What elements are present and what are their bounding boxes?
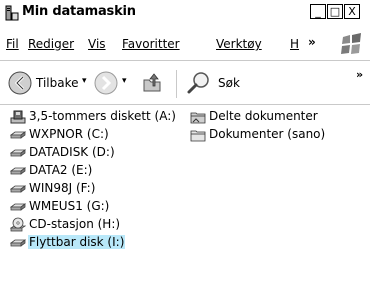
drive-label: WXPNOR (C:) [29,127,109,141]
back-arrow-icon[interactable] [8,71,32,95]
floppy-drive-icon [10,110,26,124]
hard-drive-icon [10,149,26,157]
hard-drive-icon [10,203,26,211]
window-title: Min datamaskin [22,4,136,19]
title-bar[interactable]: Min datamaskin _ □ X [0,0,370,26]
menu-fil[interactable]: Fil [6,37,19,51]
drive-label: DATA2 (E:) [29,163,93,177]
drive-label: 3,5-tommers diskett (A:) [29,109,176,123]
folder-up-icon[interactable] [140,71,164,95]
menu-rediger[interactable]: Rediger [28,37,74,51]
menu-hjelp[interactable]: H [290,37,299,51]
close-button[interactable]: X [344,4,360,19]
drive-label: WMEUS1 (G:) [29,199,110,213]
minimize-button[interactable]: _ [310,4,326,19]
hard-drive-icon [10,131,26,139]
toolbar-overflow-chevron[interactable]: » [356,68,363,81]
my-computer-icon [5,5,19,21]
drive-label: DATADISK (D:) [29,145,115,159]
forward-arrow-icon[interactable] [94,71,118,95]
search-icon[interactable] [186,70,212,96]
toolbar-separator [0,104,370,105]
explorer-window: Min datamaskin _ □ X Fil Rediger Vis Fav… [0,0,370,291]
hard-drive-icon [10,167,26,175]
menu-favoritter[interactable]: Favoritter [122,37,180,51]
drive-label: CD-stasjon (H:) [29,217,121,231]
menu-vis[interactable]: Vis [88,37,106,51]
menu-verktoy[interactable]: Verktøy [216,37,262,51]
toolbar: Tilbake ▾ ▾ Søk » [0,62,370,104]
folder-icon [190,130,206,142]
windows-logo-icon [341,33,361,54]
toolbar-divider [176,70,177,98]
drive-label: WIN98J (F:) [29,181,96,195]
forward-dropdown-caret[interactable]: ▾ [122,76,127,86]
hard-drive-icon [10,185,26,193]
back-dropdown-caret[interactable]: ▾ [82,76,87,86]
maximize-button[interactable]: □ [327,4,343,19]
folder-label: Dokumenter (sano) [209,127,326,141]
menu-overflow-chevron[interactable]: » [308,35,316,49]
removable-drive-icon [10,239,26,247]
folder-label: Delte dokumenter [209,109,318,123]
menu-bar: Fil Rediger Vis Favoritter Verktøy H » [0,30,370,60]
drive-label: Flyttbar disk (I:) [28,235,126,249]
back-button-label[interactable]: Tilbake [36,76,79,90]
search-button-label[interactable]: Søk [218,76,240,90]
menu-separator [0,60,370,61]
cd-drive-icon [10,217,26,232]
shared-folder-icon [190,112,206,124]
